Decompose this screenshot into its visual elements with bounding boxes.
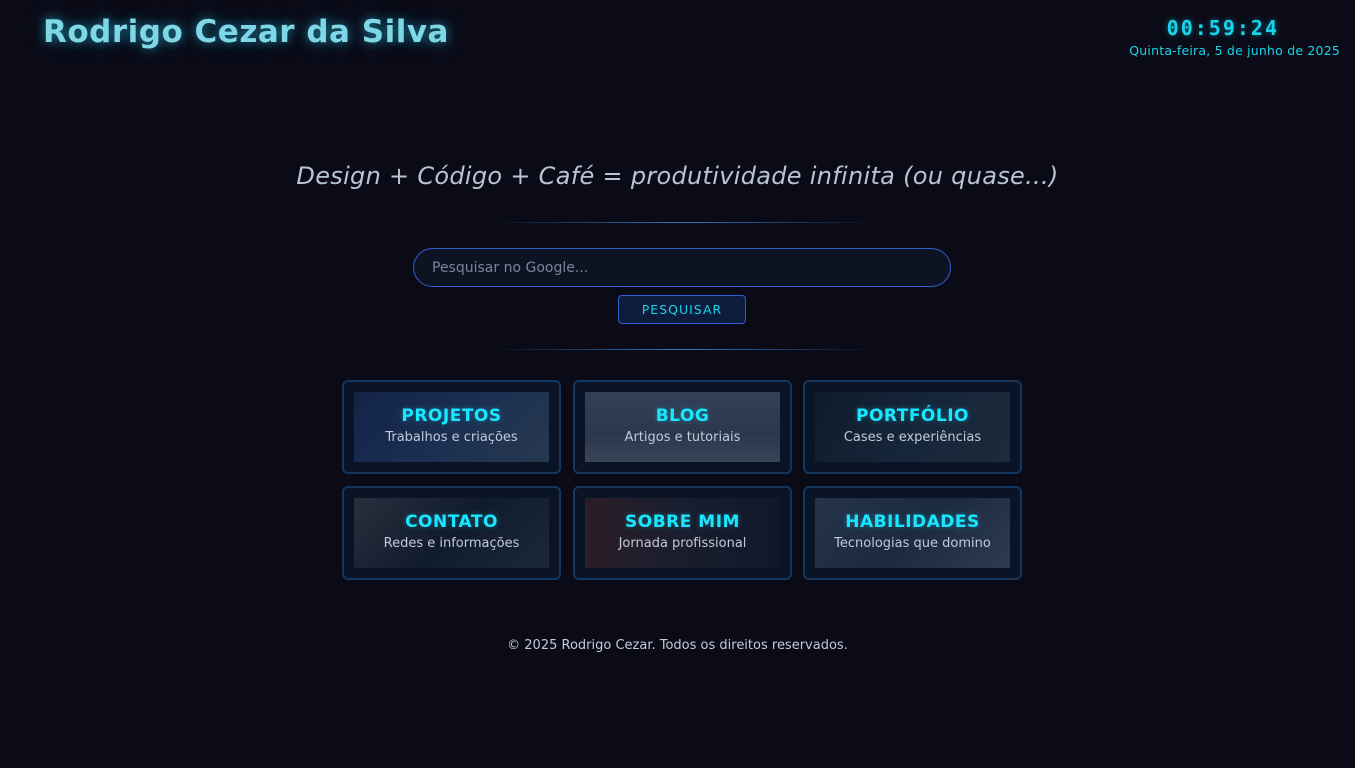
card-subtitle: Tecnologias que domino — [834, 536, 991, 551]
card-title: SOBRE MIM — [625, 512, 740, 532]
card-habilidades[interactable]: HABILIDADES Tecnologias que domino — [803, 486, 1022, 580]
card-title: PORTFÓLIO — [855, 406, 969, 426]
card-background-image — [585, 392, 780, 462]
card-background-image — [354, 498, 549, 568]
card-projetos[interactable]: PROJETOS Trabalhos e criações — [342, 380, 561, 474]
card-sobre-mim[interactable]: SOBRE MIM Jornada profissional — [573, 486, 792, 580]
card-title: PROJETOS — [401, 406, 502, 426]
card-subtitle: Redes e informações — [383, 536, 520, 551]
card-background-image — [354, 392, 549, 462]
card-background-image — [815, 392, 1010, 462]
card-background-image — [585, 498, 780, 568]
divider-top — [490, 222, 875, 223]
card-blog[interactable]: BLOG Artigos e tutoriais — [573, 380, 792, 474]
search-input[interactable] — [413, 248, 951, 287]
clock-time: 00:59:24 — [1166, 16, 1279, 40]
card-portfolio[interactable]: PORTFÓLIO Cases e experiências — [803, 380, 1022, 474]
divider-bottom — [490, 349, 875, 350]
card-title: HABILIDADES — [845, 512, 980, 532]
card-title: CONTATO — [405, 512, 498, 532]
page: Rodrigo Cezar da Silva 00:59:24 Quinta-f… — [0, 0, 1355, 768]
site-title: Rodrigo Cezar da Silva — [43, 14, 449, 50]
card-contato[interactable]: CONTATO Redes e informações — [342, 486, 561, 580]
card-subtitle: Artigos e tutoriais — [624, 430, 741, 445]
card-title: BLOG — [655, 406, 710, 426]
card-background-image — [815, 498, 1010, 568]
card-subtitle: Trabalhos e criações — [385, 430, 518, 445]
clock: 00:59:24 Quinta-feira, 5 de junho de 202… — [1129, 16, 1340, 58]
card-subtitle: Cases e experiências — [843, 430, 982, 445]
clock-date: Quinta-feira, 5 de junho de 2025 — [1129, 43, 1340, 58]
card-subtitle: Jornada profissional — [618, 536, 747, 551]
footer-copyright: © 2025 Rodrigo Cezar. Todos os direitos … — [507, 638, 848, 653]
tagline: Design + Código + Café = produtividade i… — [296, 162, 1059, 190]
search-button[interactable]: PESQUISAR — [618, 295, 746, 324]
